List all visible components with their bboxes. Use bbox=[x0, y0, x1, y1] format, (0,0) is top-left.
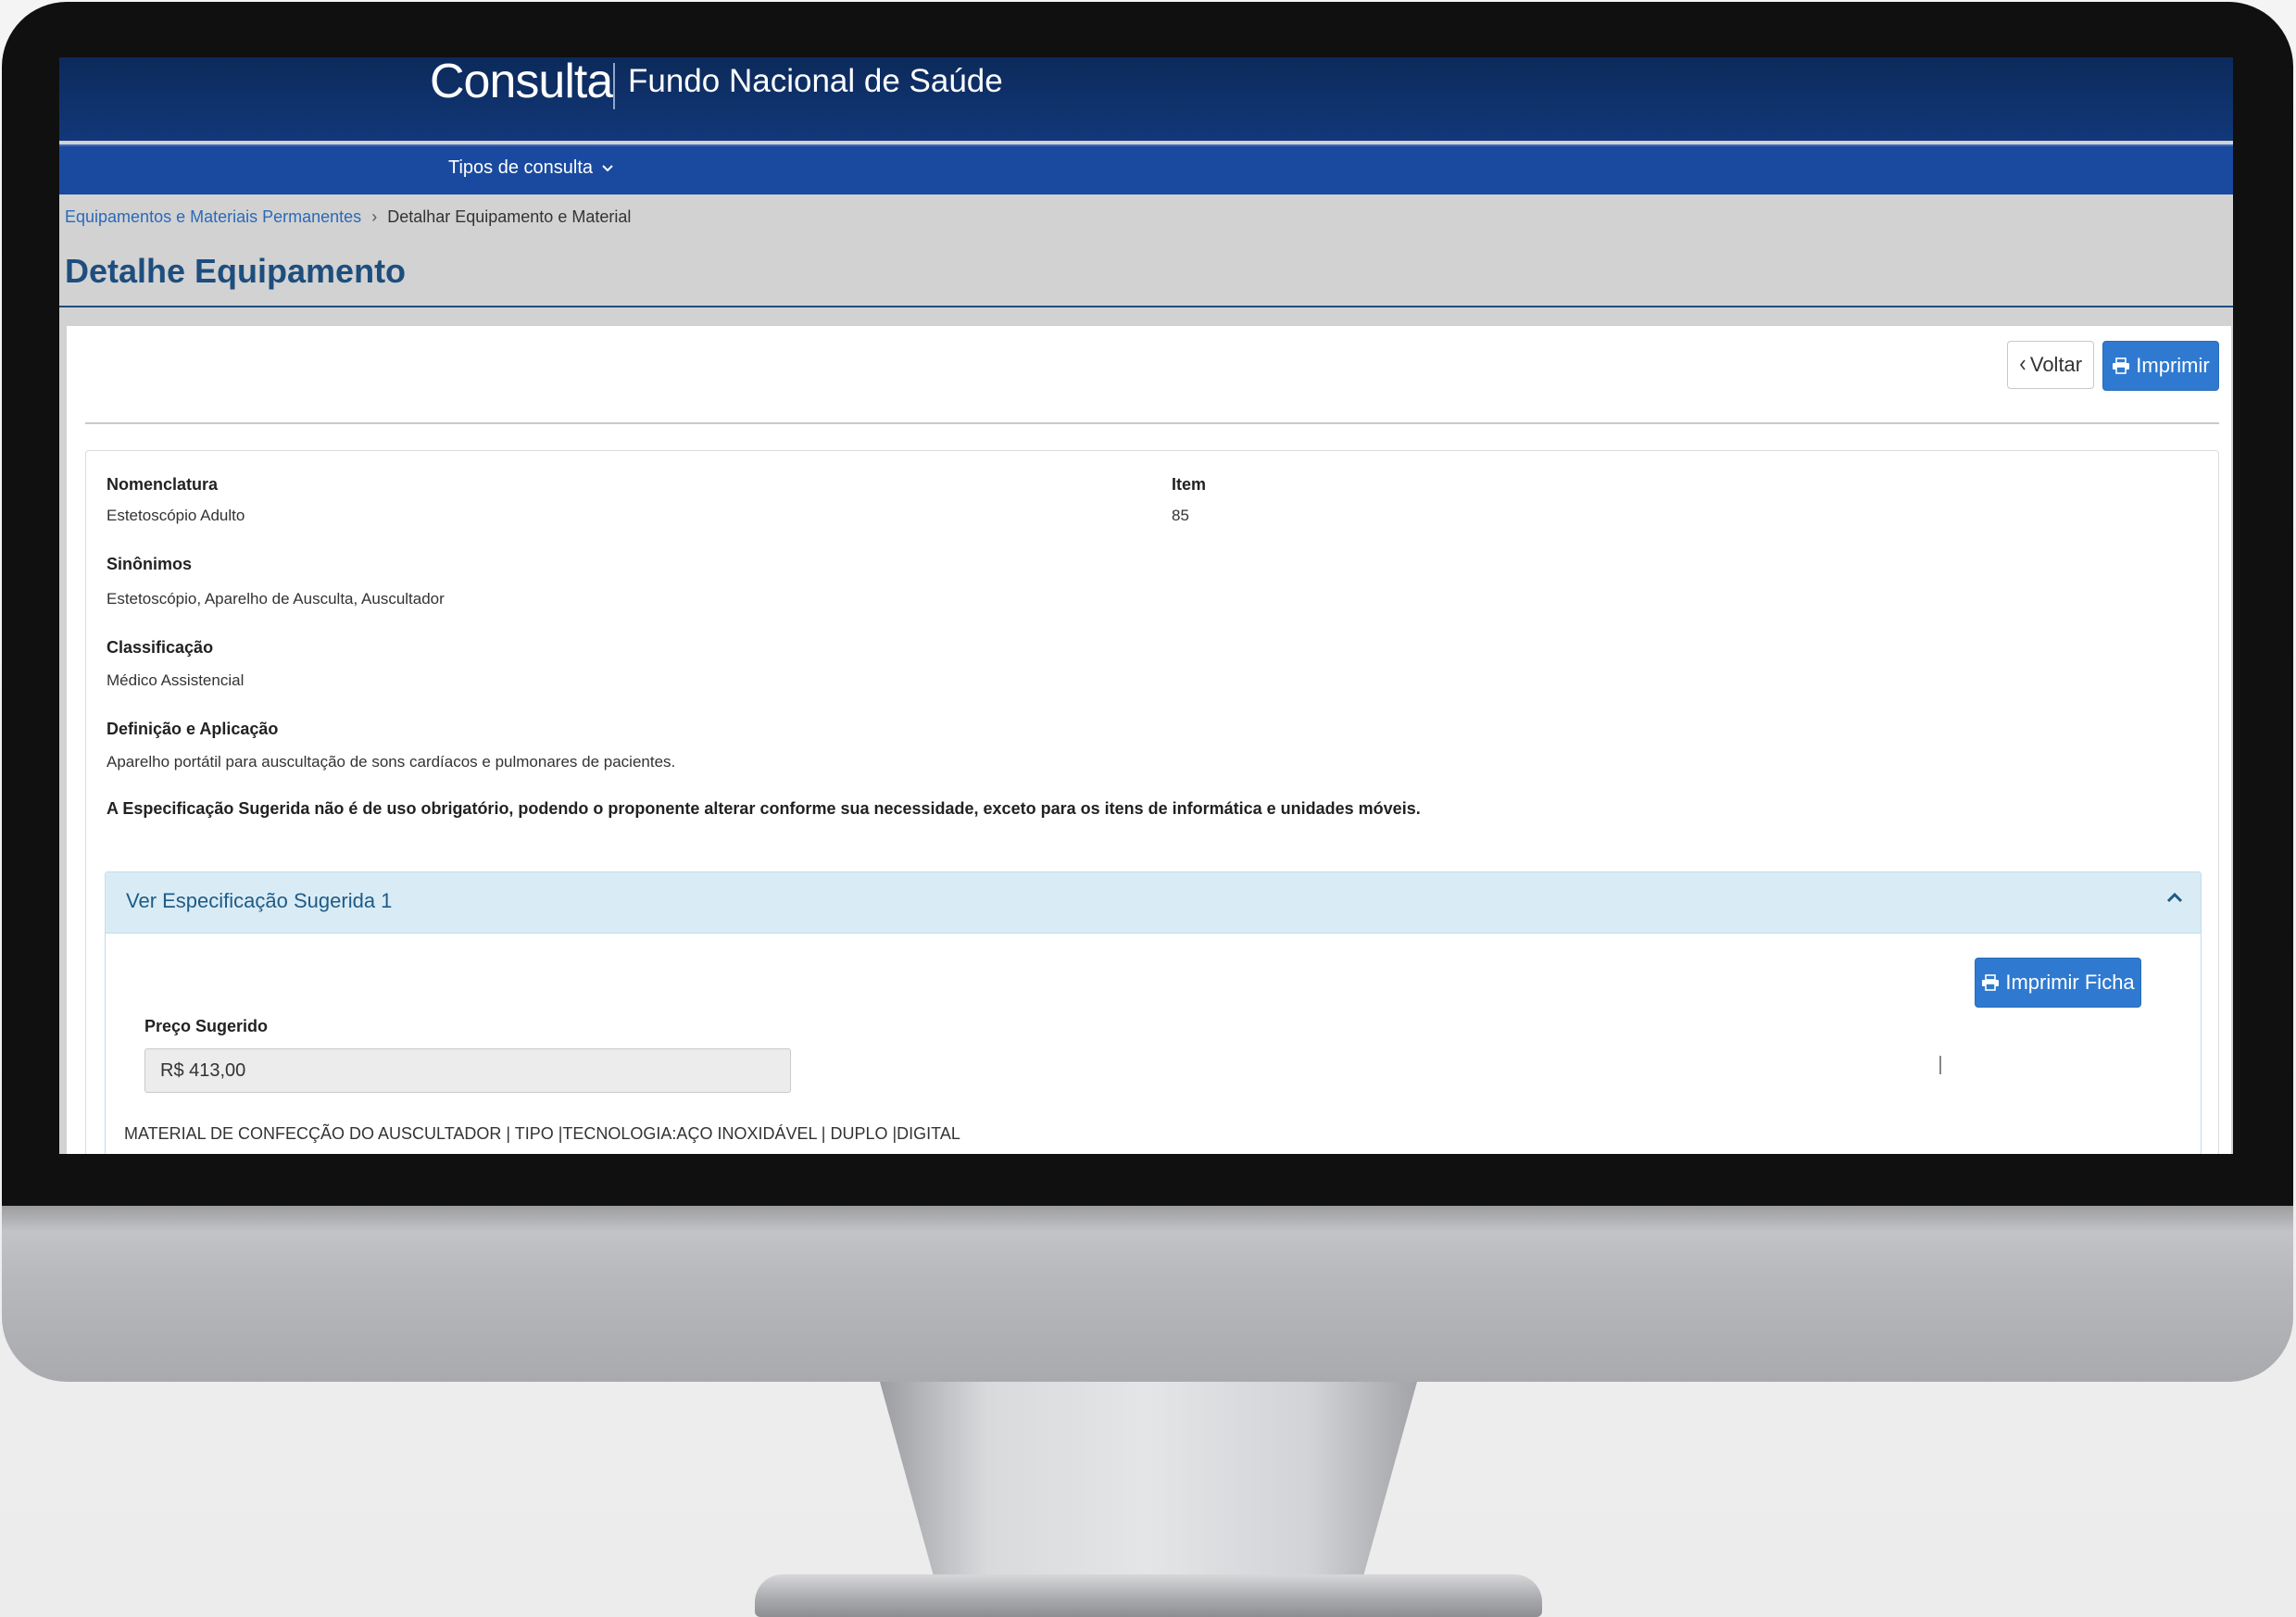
spec-description: MATERIAL DE CONFECÇÃO DO AUSCULTADOR | T… bbox=[124, 1124, 960, 1143]
nomenclatura-label: Nomenclatura bbox=[107, 475, 219, 494]
definicao-value: Aparelho portátil para auscultação de so… bbox=[107, 753, 676, 771]
sinonimos-label: Sinônimos bbox=[107, 555, 193, 573]
printer-icon bbox=[1981, 974, 2000, 991]
classificacao-value: Médico Assistencial bbox=[107, 671, 245, 689]
nomenclatura-value: Estetoscópio Adulto bbox=[107, 507, 245, 524]
definicao-label: Definição e Aplicação bbox=[107, 720, 279, 738]
item-value: 85 bbox=[1172, 507, 1189, 524]
spec-accordion: Ver Especificação Sugerida 1 Imprimir Fi… bbox=[105, 871, 2202, 1154]
spec-accordion-title: Ver Especificação Sugerida 1 bbox=[126, 889, 393, 912]
breadcrumb-link[interactable]: Equipamentos e Materiais Permanentes bbox=[65, 207, 361, 226]
preco-field[interactable]: R$ 413,00 bbox=[144, 1048, 791, 1093]
detail-card: Nomenclatura Estetoscópio Adulto Item 85… bbox=[85, 450, 2219, 1154]
breadcrumb-separator-icon: › bbox=[371, 207, 378, 226]
specification-notice: A Especificação Sugerida não é de uso ob… bbox=[107, 799, 1421, 818]
chevron-left-icon bbox=[2019, 359, 2026, 370]
classificacao-label: Classificação bbox=[107, 638, 214, 657]
chevron-down-icon bbox=[601, 164, 613, 173]
monitor-chin bbox=[2, 1206, 2293, 1382]
monitor-stand-neck bbox=[880, 1382, 1417, 1576]
voltar-button[interactable]: Voltar bbox=[2007, 341, 2094, 389]
item-label: Item bbox=[1172, 475, 1207, 494]
sinonimos-value: Estetoscópio, Aparelho de Ausculta, Ausc… bbox=[107, 590, 445, 608]
imprimir-button[interactable]: Imprimir bbox=[2102, 341, 2219, 391]
breadcrumb: Equipamentos e Materiais Permanentes › D… bbox=[65, 207, 631, 227]
text-cursor bbox=[1939, 1056, 1941, 1074]
monitor-screen: Consulta Fundo Nacional de Saúde Tipos d… bbox=[59, 57, 2233, 1154]
content-panel: Voltar Imprimir Nomenclatura Estetoscópi… bbox=[67, 326, 2231, 1154]
brand-subtitle: Fundo Nacional de Saúde bbox=[628, 63, 1003, 99]
nav-tipos-consulta[interactable]: Tipos de consulta bbox=[448, 157, 613, 179]
site-header: Consulta Fundo Nacional de Saúde bbox=[59, 57, 2233, 141]
imprimir-ficha-button[interactable]: Imprimir Ficha bbox=[1975, 958, 2141, 1008]
main-nav: Tipos de consulta bbox=[59, 144, 2233, 194]
monitor-chin-shadow bbox=[2, 1206, 2293, 1232]
breadcrumb-current: Detalhar Equipamento e Material bbox=[387, 207, 632, 226]
panel-divider bbox=[85, 422, 2219, 424]
printer-icon bbox=[2112, 357, 2130, 374]
imprimir-ficha-label: Imprimir Ficha bbox=[2005, 971, 2135, 994]
brand-title[interactable]: Consulta bbox=[430, 57, 613, 109]
voltar-label: Voltar bbox=[2029, 353, 2083, 376]
nav-tipos-label: Tipos de consulta bbox=[448, 157, 594, 178]
page-title: Detalhe Equipamento bbox=[65, 252, 407, 290]
spec-accordion-header[interactable]: Ver Especificação Sugerida 1 bbox=[106, 872, 2201, 934]
title-divider bbox=[59, 306, 2233, 307]
chevron-up-icon[interactable] bbox=[2164, 887, 2186, 909]
preco-label: Preço Sugerido bbox=[144, 1017, 269, 1035]
imprimir-label: Imprimir bbox=[2136, 354, 2210, 377]
brand-divider bbox=[613, 63, 615, 109]
monitor-stand-base bbox=[755, 1574, 1542, 1617]
